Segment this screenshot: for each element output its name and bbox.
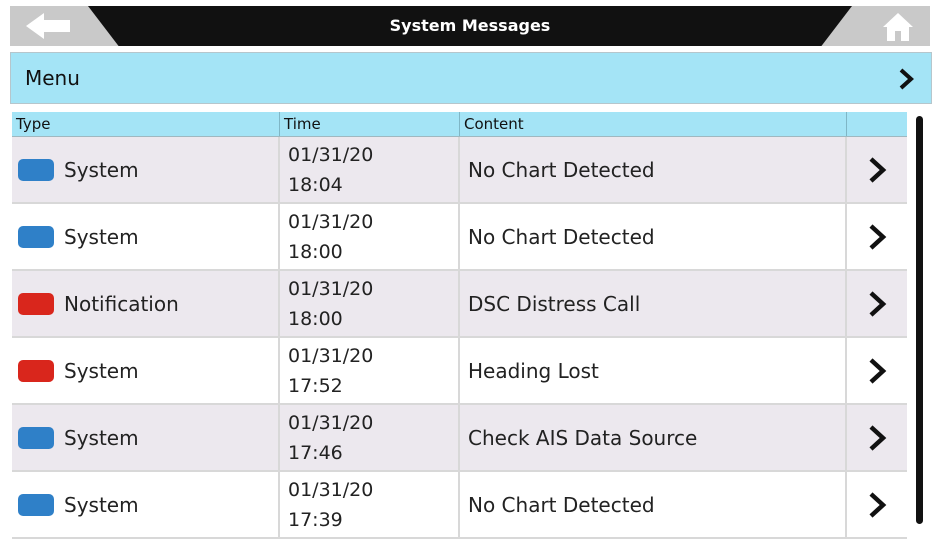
row-detail-button[interactable] <box>847 338 907 403</box>
time-cell: 01/31/20 17:39 <box>280 472 460 537</box>
type-cell: System <box>12 405 280 470</box>
status-color-swatch <box>18 225 54 248</box>
time-text: 18:00 <box>288 240 343 263</box>
table-row[interactable]: Notification 01/31/20 18:00 DSC Distress… <box>12 271 907 338</box>
scrollbar[interactable] <box>913 112 927 530</box>
content-cell: No Chart Detected <box>460 204 847 269</box>
table-header: Type Time Content <box>12 112 907 137</box>
home-button[interactable] <box>878 10 918 44</box>
date-text: 01/31/20 <box>288 344 374 367</box>
chevron-right-icon <box>869 290 887 317</box>
chevron-right-icon <box>869 156 887 183</box>
page-title: System Messages <box>389 16 551 35</box>
time-cell: 01/31/20 18:00 <box>280 204 460 269</box>
time-text: 18:00 <box>288 307 343 330</box>
time-cell: 01/31/20 17:52 <box>280 338 460 403</box>
time-text: 17:39 <box>288 508 343 531</box>
table-row[interactable]: System 01/31/20 17:46 Check AIS Data Sou… <box>12 405 907 472</box>
chevron-right-icon <box>869 424 887 451</box>
type-cell: System <box>12 204 280 269</box>
table-row[interactable]: System 01/31/20 18:04 No Chart Detected <box>12 137 907 204</box>
type-label: System <box>64 224 139 249</box>
time-text: 17:52 <box>288 374 343 397</box>
row-detail-button[interactable] <box>847 271 907 336</box>
time-cell: 01/31/20 17:46 <box>280 405 460 470</box>
type-cell: System <box>12 137 280 202</box>
content-cell: DSC Distress Call <box>460 271 847 336</box>
type-label: System <box>64 157 139 182</box>
back-arrow-icon <box>26 13 70 39</box>
type-label: Notification <box>64 291 179 316</box>
time-cell: 01/31/20 18:04 <box>280 137 460 202</box>
column-header-time: Time <box>280 112 460 136</box>
date-text: 01/31/20 <box>288 143 374 166</box>
time-text: 17:46 <box>288 441 343 464</box>
row-detail-button[interactable] <box>847 472 907 537</box>
back-button[interactable] <box>22 10 76 42</box>
time-cell: 01/31/20 18:00 <box>280 271 460 336</box>
row-detail-button[interactable] <box>847 137 907 202</box>
chevron-right-icon <box>869 223 887 250</box>
scrollbar-thumb[interactable] <box>916 116 923 524</box>
status-color-swatch <box>18 158 54 181</box>
type-label: System <box>64 492 139 517</box>
status-color-swatch <box>18 493 54 516</box>
date-text: 01/31/20 <box>288 210 374 233</box>
table-row[interactable]: System 01/31/20 18:00 No Chart Detected <box>12 204 907 271</box>
content-cell: No Chart Detected <box>460 472 847 537</box>
content-cell: No Chart Detected <box>460 137 847 202</box>
time-text: 18:04 <box>288 173 343 196</box>
type-cell: System <box>12 338 280 403</box>
status-color-swatch <box>18 359 54 382</box>
column-header-type: Type <box>12 112 280 136</box>
row-detail-button[interactable] <box>847 204 907 269</box>
content-cell: Check AIS Data Source <box>460 405 847 470</box>
type-cell: Notification <box>12 271 280 336</box>
chevron-right-icon <box>899 68 914 90</box>
chevron-right-icon <box>869 491 887 518</box>
table-row[interactable]: System 01/31/20 17:52 Heading Lost <box>12 338 907 405</box>
column-header-content: Content <box>460 112 847 136</box>
date-text: 01/31/20 <box>288 478 374 501</box>
menu-label: Menu <box>25 66 80 90</box>
content-cell: Heading Lost <box>460 338 847 403</box>
date-text: 01/31/20 <box>288 277 374 300</box>
title-bar: System Messages <box>0 0 940 50</box>
type-cell: System <box>12 472 280 537</box>
home-icon <box>883 13 913 41</box>
table-row[interactable]: System 01/31/20 17:39 No Chart Detected <box>12 472 907 539</box>
status-color-swatch <box>18 292 54 315</box>
status-color-swatch <box>18 426 54 449</box>
type-label: System <box>64 358 139 383</box>
chevron-right-icon <box>869 357 887 384</box>
messages-table: Type Time Content System 01/31/20 18:04 … <box>12 112 907 539</box>
menu-bar[interactable]: Menu <box>10 52 932 104</box>
date-text: 01/31/20 <box>288 411 374 434</box>
column-header-action <box>847 112 907 136</box>
row-detail-button[interactable] <box>847 405 907 470</box>
type-label: System <box>64 425 139 450</box>
